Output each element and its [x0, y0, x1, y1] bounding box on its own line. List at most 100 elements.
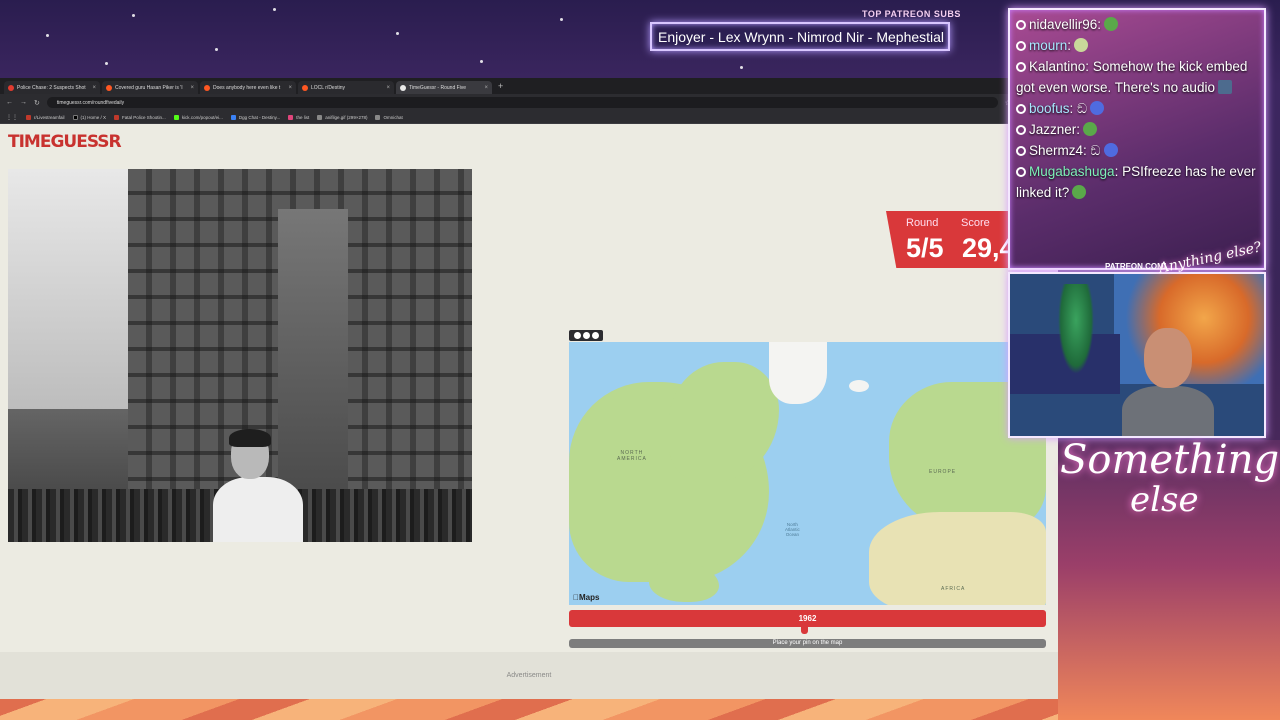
reddit-icon — [302, 84, 308, 91]
chat-username: nidavellir96 — [1029, 17, 1098, 32]
label-europe: EUROPE — [929, 469, 957, 475]
kick-badge-icon — [1016, 62, 1026, 72]
signature-line2: else — [1130, 480, 1199, 520]
forward-icon[interactable]: → — [20, 99, 27, 106]
patreon-url: PATREON.COM/ — [1105, 262, 1167, 271]
bookmark-item[interactable]: r/Livestreamfail — [26, 114, 65, 120]
photo-sky — [8, 169, 128, 409]
browser-window: Police Chase: 2 Suspects Shot × Covered g… — [0, 78, 1058, 699]
chat-message: boofus: ඞ — [1016, 98, 1258, 119]
kick-badge-icon — [1016, 125, 1026, 135]
kick-badge-icon — [1016, 20, 1026, 30]
timeguessr-page: TIMEGUESSR Round Score 5/5 29,455 NORTH … — [0, 124, 1058, 699]
advertisement-bar: Advertisement — [0, 652, 1058, 699]
bookmark-item[interactable]: anifilge.gif (299×278) — [317, 114, 368, 120]
year-value: 1962 — [798, 614, 817, 623]
year-slider-thumb[interactable] — [801, 625, 808, 634]
chat-text: ඞ — [1077, 101, 1088, 116]
chat-message: Kalantino: Somehow the kick embed got ev… — [1016, 59, 1248, 95]
reddit-icon — [26, 114, 31, 120]
url-input[interactable]: timeguessr.com/roundfivedaily — [46, 97, 998, 108]
something-else-signature: Something else — [1060, 440, 1279, 520]
label-atlantic: North Atlantic Ocean — [785, 522, 800, 537]
tab-3[interactable]: LOCL r/Destiny × — [298, 81, 394, 94]
historical-photo — [8, 169, 472, 542]
back-icon[interactable]: ← — [6, 99, 13, 106]
close-icon[interactable]: × — [190, 85, 194, 91]
timeguessr-logo[interactable]: TIMEGUESSR — [8, 132, 122, 152]
label-africa: AFRICA — [941, 586, 966, 592]
chat-username: Kalantino — [1029, 59, 1086, 74]
map-controls — [569, 330, 603, 341]
kick-badge-icon — [1016, 41, 1026, 51]
kick-icon — [173, 114, 179, 120]
chat-username: Mugabashuga — [1029, 164, 1115, 179]
bookmark-label: Fatal Police Shootin... — [122, 114, 166, 120]
chat-message: nidavellir96: — [1016, 14, 1258, 35]
close-icon[interactable]: × — [288, 85, 292, 91]
tab-title: LOCL r/Destiny — [311, 84, 345, 91]
close-icon[interactable]: × — [386, 85, 390, 91]
bookmark-item[interactable]: Omnichat — [375, 114, 403, 120]
bookmark-item[interactable]: Dgg Chat - Destiny... — [230, 114, 281, 120]
tab-title: Does anybody here even like t — [213, 84, 281, 91]
tab-title: Police Chase: 2 Suspects Shot — [17, 84, 86, 91]
chat-username: Shermz4 — [1029, 143, 1084, 158]
map-compass-icon[interactable] — [591, 332, 599, 339]
bookmark-label: the list — [296, 114, 310, 120]
signature-line1: Something — [1060, 437, 1280, 483]
url-text: timeguessr.com/roundfivedaily — [56, 99, 125, 106]
bookmark-item[interactable]: (1) Home / X — [72, 114, 107, 120]
chat-username: mourn — [1029, 38, 1068, 53]
place-pin-button[interactable]: Place your pin on the map — [569, 639, 1046, 648]
emote-icon — [1090, 101, 1105, 115]
webcam-streamer — [1122, 328, 1214, 436]
map-zoom-icon[interactable] — [582, 332, 590, 339]
tab-title: Covered guru Hasan Piker is 'I — [115, 84, 183, 91]
score-label: Score — [961, 217, 990, 229]
bookmark-label: r/Livestreamfail — [34, 114, 65, 120]
new-tab-button[interactable]: + — [498, 81, 503, 91]
close-icon[interactable]: × — [484, 85, 488, 91]
tab-4-active[interactable]: TimeGuessr - Round Five × — [396, 81, 492, 94]
emote-icon — [1103, 143, 1118, 157]
tab-0[interactable]: Police Chase: 2 Suspects Shot × — [4, 81, 100, 94]
patreon-subs-box: Enjoyer - Lex Wrynn - Nimrod Nir - Mephe… — [650, 22, 950, 51]
chat-message: Shermz4: ඞ — [1016, 140, 1258, 161]
close-icon[interactable]: × — [92, 85, 96, 91]
pepe-emote-icon — [1104, 17, 1119, 31]
round-value: 5/5 — [906, 233, 944, 263]
webcam-plant — [1058, 284, 1094, 374]
apps-grid-icon[interactable]: ⋮⋮ — [6, 114, 18, 121]
tab-title: TimeGuessr - Round Five — [409, 84, 467, 91]
file-icon — [375, 114, 381, 120]
bookmark-item[interactable]: kick.com/popout/ei... — [173, 114, 223, 120]
bookmark-label: (1) Home / X — [80, 114, 107, 120]
bookmark-label: anifilge.gif (299×278) — [325, 114, 368, 120]
stream-chat: nidavellir96: mourn: Kalantino: Somehow … — [1008, 8, 1266, 270]
x-icon — [72, 114, 78, 120]
kick-badge-icon — [1016, 104, 1026, 114]
map-zoom-icon[interactable] — [573, 332, 581, 339]
patreon-subs-text: Enjoyer - Lex Wrynn - Nimrod Nir - Mephe… — [658, 28, 945, 45]
bookmark-label: Dgg Chat - Destiny... — [238, 114, 281, 120]
bookmarks-bar: ⋮⋮ r/Livestreamfail (1) Home / X Fatal P… — [0, 111, 1058, 124]
tab-2[interactable]: Does anybody here even like t × — [200, 81, 296, 94]
bookmark-item[interactable]: Fatal Police Shootin... — [114, 114, 166, 120]
apple-maps-logo: Maps — [573, 593, 599, 602]
tab-1[interactable]: Covered guru Hasan Piker is 'I × — [102, 81, 198, 94]
map-greenland — [769, 342, 827, 404]
youtube-icon — [8, 84, 14, 91]
kick-badge-icon — [1016, 167, 1026, 177]
list-icon — [288, 114, 294, 120]
world-map[interactable]: NORTH AMERICA EUROPE AFRICA North Atlant… — [569, 342, 1046, 605]
emote-icon — [1074, 38, 1089, 52]
reload-icon[interactable]: ↻ — [34, 99, 40, 107]
youtube-icon — [114, 114, 120, 120]
chat-username: Jazzner — [1029, 122, 1077, 137]
tab-bar: Police Chase: 2 Suspects Shot × Covered g… — [0, 78, 1058, 94]
kick-badge-icon — [1016, 146, 1026, 156]
bookmark-label: kick.com/popout/ei... — [181, 114, 223, 120]
bookmark-item[interactable]: the list — [288, 114, 310, 120]
photo-man — [213, 429, 303, 542]
